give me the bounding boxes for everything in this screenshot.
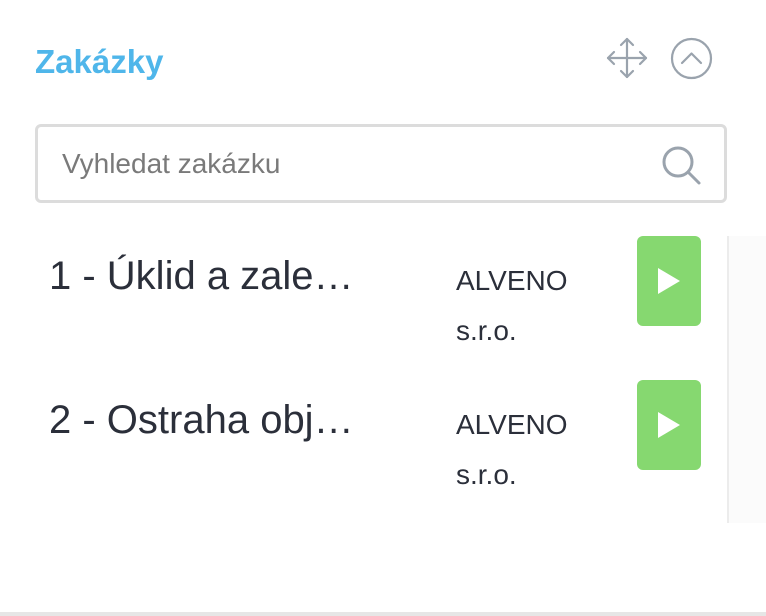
widget-title: Zakázky: [35, 43, 164, 80]
list-item: 2 - Ostraha obj… ALVENO s.r.o.: [0, 380, 727, 524]
jobs-list: 1 - Úklid a zale… ALVENO s.r.o. 2 - Ostr…: [0, 236, 727, 524]
list-scrollbar[interactable]: [727, 236, 766, 523]
jobs-widget: Zakázky 1 - Úklid a zale… ALVENO s.r.o.: [0, 0, 766, 616]
job-name[interactable]: 2 - Ostraha obj…: [49, 394, 389, 446]
widget-bottom-border: [0, 612, 766, 616]
start-job-button[interactable]: [637, 380, 701, 470]
chevron-up-circle-icon[interactable]: [670, 37, 713, 80]
job-name[interactable]: 1 - Úklid a zale…: [49, 250, 389, 302]
list-item: 1 - Úklid a zale… ALVENO s.r.o.: [0, 236, 727, 380]
job-customer: ALVENO s.r.o.: [456, 265, 568, 346]
search-box: [35, 124, 727, 203]
play-icon: [658, 268, 680, 294]
job-customer: ALVENO s.r.o.: [456, 409, 568, 490]
play-icon: [658, 412, 680, 438]
start-job-button[interactable]: [637, 236, 701, 326]
search-icon[interactable]: [660, 144, 702, 186]
search-input[interactable]: [38, 127, 648, 200]
move-arrows-icon[interactable]: [605, 36, 649, 80]
